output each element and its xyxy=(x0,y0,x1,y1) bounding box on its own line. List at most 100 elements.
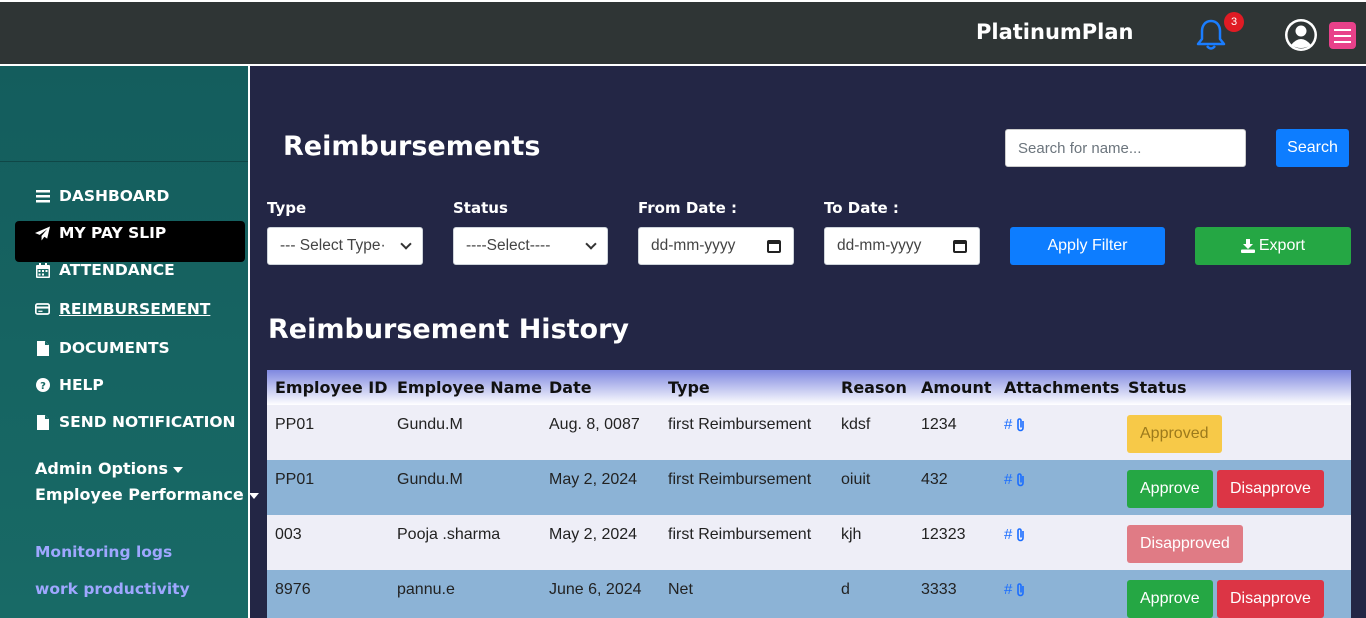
dropdown-label: Employee Performance xyxy=(35,485,244,504)
chevron-down-icon xyxy=(400,238,412,250)
table-row: 003 Pooja .sharma May 2, 2024 first Reim… xyxy=(267,515,1351,570)
chevron-down-icon xyxy=(585,238,597,250)
cell-employee-id: 8976 xyxy=(275,581,311,598)
cell-date: June 6, 2024 xyxy=(549,581,642,598)
file-icon xyxy=(35,340,50,356)
table-header: Employee ID Employee Name Date Type Reas… xyxy=(267,370,1351,405)
disapprove-button[interactable]: Disapprove xyxy=(1217,470,1324,508)
cell-type: first Reimbursement xyxy=(668,471,812,488)
paperclip-icon xyxy=(1017,582,1025,596)
sidebar-item-label: HELP xyxy=(59,376,104,394)
bell-icon[interactable] xyxy=(1195,18,1227,52)
table-row: PP01 Gundu.M May 2, 2024 first Reimburse… xyxy=(267,460,1351,515)
notification-count-badge: 3 xyxy=(1224,12,1244,32)
employee-performance-dropdown[interactable]: Employee Performance xyxy=(35,485,259,504)
from-date-input[interactable]: dd-mm-yyyy xyxy=(638,227,794,265)
status-select[interactable]: ----Select---- xyxy=(453,227,608,265)
attachment-hash: # xyxy=(1004,416,1013,433)
paperclip-icon xyxy=(1017,472,1025,486)
cell-amount: 3333 xyxy=(921,581,957,598)
type-select[interactable]: --- Select Type· xyxy=(267,227,423,265)
search-button[interactable]: Search xyxy=(1276,129,1349,167)
column-header: Employee Name xyxy=(397,378,542,397)
cell-type: first Reimbursement xyxy=(668,526,812,543)
attachment-hash: # xyxy=(1004,526,1013,543)
column-header: Employee ID xyxy=(275,378,388,397)
credit-card-icon xyxy=(35,302,50,317)
status-badge-approved: Approved xyxy=(1127,415,1222,453)
sidebar-item-documents[interactable]: DOCUMENTS xyxy=(35,336,170,360)
monitoring-logs-link[interactable]: Monitoring logs xyxy=(35,543,172,561)
sidebar-item-dashboard[interactable]: DASHBOARD xyxy=(35,184,169,208)
attachment-link[interactable]: # xyxy=(1004,526,1026,543)
history-title: Reimbursement History xyxy=(268,314,630,345)
sidebar-item-label: REIMBURSEMENT xyxy=(59,300,211,318)
question-circle-icon: ? xyxy=(35,378,50,393)
type-select-value: --- Select Type· xyxy=(280,237,386,254)
cell-date: May 2, 2024 xyxy=(549,526,638,543)
hamburger-menu-icon[interactable] xyxy=(1329,22,1356,49)
sidebar-divider xyxy=(0,161,248,162)
status-filter-label: Status xyxy=(453,199,508,217)
sidebar-item-help[interactable]: ? HELP xyxy=(35,373,104,397)
sidebar-item-attendance[interactable]: ATTENDANCE xyxy=(35,258,175,282)
column-header: Reason xyxy=(841,378,907,397)
file-icon xyxy=(35,414,50,430)
from-date-label: From Date : xyxy=(638,199,737,217)
to-date-input[interactable]: dd-mm-yyyy xyxy=(824,227,980,265)
search-input[interactable] xyxy=(1005,129,1246,167)
attachment-link[interactable]: # xyxy=(1004,416,1026,433)
attachment-link[interactable]: # xyxy=(1004,581,1026,598)
disapprove-button[interactable]: Disapprove xyxy=(1217,580,1324,618)
from-date-value: dd-mm-yyyy xyxy=(651,237,736,254)
caret-down-icon xyxy=(173,466,184,473)
cell-amount: 432 xyxy=(921,471,948,488)
sidebar-item-send-notification[interactable]: SEND NOTIFICATION xyxy=(35,410,236,434)
sidebar-item-label: DOCUMENTS xyxy=(59,339,170,357)
cell-reason: oiuit xyxy=(841,471,871,488)
column-header: Type xyxy=(668,378,710,397)
table-row: 8976 pannu.e June 6, 2024 Net d 3333 # A… xyxy=(267,570,1351,618)
cell-employee-id: PP01 xyxy=(275,416,315,433)
approve-button[interactable]: Approve xyxy=(1127,580,1213,618)
cell-employee-name: pannu.e xyxy=(397,581,455,598)
export-label: Export xyxy=(1258,237,1306,254)
export-button[interactable]: Export xyxy=(1195,227,1351,265)
cell-type: Net xyxy=(668,581,693,598)
cell-reason: kdsf xyxy=(841,416,871,433)
status-select-value: ----Select---- xyxy=(466,237,551,254)
attachment-link[interactable]: # xyxy=(1004,471,1026,488)
work-productivity-link[interactable]: work productivity xyxy=(35,580,190,598)
to-date-value: dd-mm-yyyy xyxy=(837,237,922,254)
paperclip-icon xyxy=(1017,527,1025,541)
column-header: Status xyxy=(1128,378,1187,397)
download-icon xyxy=(1240,239,1255,253)
cell-employee-name: Pooja .sharma xyxy=(397,526,501,543)
paper-plane-icon xyxy=(35,225,50,241)
cell-type: first Reimbursement xyxy=(668,416,812,433)
calendar-icon xyxy=(35,262,50,278)
approve-button[interactable]: Approve xyxy=(1127,470,1213,508)
sidebar-item-pay-slip[interactable]: MY PAY SLIP xyxy=(35,221,166,245)
cell-amount: 12323 xyxy=(921,526,966,543)
column-header: Amount xyxy=(921,378,992,397)
top-bar: PlatinumPlan 3 xyxy=(0,0,1366,66)
dropdown-label: Admin Options xyxy=(35,459,169,478)
cell-employee-name: Gundu.M xyxy=(397,471,463,488)
list-icon xyxy=(35,189,50,204)
cell-amount: 1234 xyxy=(921,416,957,433)
apply-filter-button[interactable]: Apply Filter xyxy=(1010,227,1165,265)
calendar-icon[interactable] xyxy=(953,239,967,253)
cell-date: May 2, 2024 xyxy=(549,471,638,488)
sidebar-item-reimbursement[interactable]: REIMBURSEMENT xyxy=(35,297,210,321)
admin-options-dropdown[interactable]: Admin Options xyxy=(35,459,184,478)
attachment-hash: # xyxy=(1004,581,1013,598)
calendar-icon[interactable] xyxy=(767,239,781,253)
page-title: Reimbursements xyxy=(283,131,541,162)
cell-date: Aug. 8, 0087 xyxy=(549,416,640,433)
user-circle-icon[interactable] xyxy=(1284,18,1318,52)
table-row: PP01 Gundu.M Aug. 8, 0087 first Reimburs… xyxy=(267,405,1351,460)
status-badge-disapproved: Disapproved xyxy=(1127,525,1243,563)
sidebar-item-label: SEND NOTIFICATION xyxy=(59,413,236,431)
sidebar-item-label: ATTENDANCE xyxy=(59,261,175,279)
